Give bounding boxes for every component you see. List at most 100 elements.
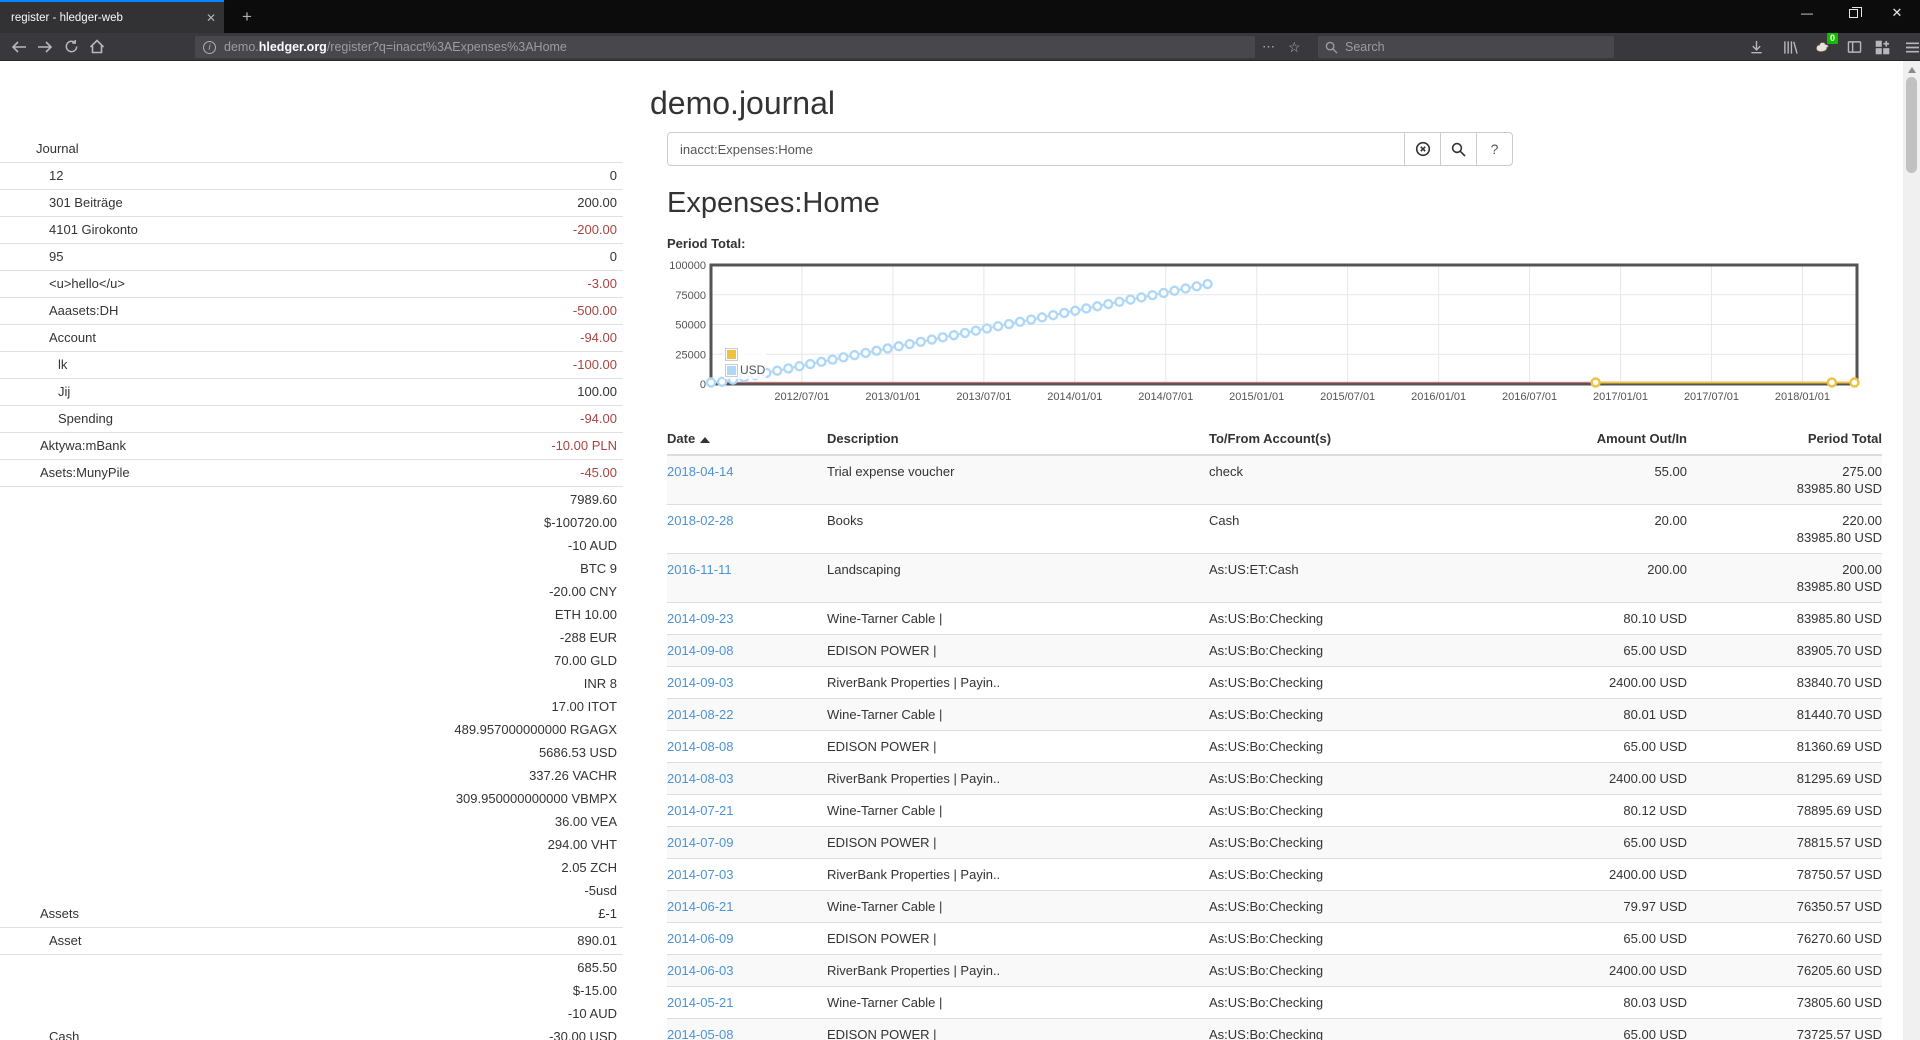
- transaction-account: As:US:Bo:Checking: [1209, 667, 1509, 699]
- query-input[interactable]: [667, 132, 1405, 166]
- menu-button[interactable]: [1898, 36, 1920, 58]
- transaction-amount: 79.97 USD: [1509, 891, 1687, 923]
- transaction-date-link[interactable]: 2018-02-28: [667, 513, 734, 528]
- account-link[interactable]: Assets: [0, 903, 79, 925]
- search-help-button[interactable]: ?: [1476, 132, 1513, 166]
- download-icon: [1749, 40, 1764, 55]
- period-total-chart: 02500050000750001000002012/07/012013/01/…: [667, 259, 1877, 411]
- page-actions-icon[interactable]: ⋯: [1262, 36, 1275, 58]
- scroll-up-arrow-icon[interactable]: [1908, 67, 1916, 73]
- clear-query-button[interactable]: [1404, 132, 1441, 166]
- transaction-description: Trial expense voucher: [827, 455, 1209, 505]
- register-row: 2014-07-03 RiverBank Properties | Payin..…: [667, 859, 1882, 891]
- account-link[interactable]: lk: [0, 354, 67, 376]
- transaction-account: As:US:Bo:Checking: [1209, 603, 1509, 635]
- register-row: 2014-06-03RiverBank Properties | Payin..…: [667, 955, 1882, 987]
- transaction-date-link[interactable]: 2014-09-08: [667, 643, 734, 658]
- page-scrollbar[interactable]: [1903, 61, 1920, 1040]
- transaction-date-link[interactable]: 2014-07-03: [667, 867, 734, 882]
- account-link[interactable]: Jij: [0, 381, 70, 403]
- account-link[interactable]: 4101 Girokonto: [0, 219, 138, 241]
- account-link[interactable]: Spending: [0, 408, 113, 430]
- register-row: 2014-07-21Wine-Tarner Cable |As:US:Bo:Ch…: [667, 795, 1882, 827]
- window-maximize-button[interactable]: [1836, 0, 1870, 26]
- transaction-amount: 2400.00 USD: [1509, 859, 1687, 891]
- account-link[interactable]: <u>hello</u>: [0, 273, 125, 295]
- back-button[interactable]: [6, 36, 32, 58]
- register-row: 2014-06-09EDISON POWER |As:US:Bo:Checkin…: [667, 923, 1882, 955]
- sidebar-account-list: Journal120301 Beiträge200.004101 Girokon…: [0, 137, 623, 1040]
- library-button[interactable]: [1776, 36, 1804, 58]
- sidebar-toggle-icon: [1847, 40, 1862, 54]
- addon-button[interactable]: 0: [1808, 36, 1836, 58]
- account-link[interactable]: Account: [0, 327, 96, 349]
- transaction-description: RiverBank Properties | Payin..: [827, 859, 1209, 891]
- period-total-cell: 78895.69 USD: [1687, 795, 1882, 827]
- window-close-button[interactable]: ✕: [1880, 0, 1914, 26]
- transaction-date-link[interactable]: 2014-06-09: [667, 931, 734, 946]
- downloads-button[interactable]: [1742, 36, 1770, 58]
- transaction-date-link[interactable]: 2014-09-03: [667, 675, 734, 690]
- tab-close-icon[interactable]: ✕: [206, 11, 216, 25]
- transaction-date-link[interactable]: 2014-08-03: [667, 771, 734, 786]
- register-row: 2014-08-22Wine-Tarner Cable |As:US:Bo:Ch…: [667, 699, 1882, 731]
- transaction-date-link[interactable]: 2014-08-08: [667, 739, 734, 754]
- site-info-icon[interactable]: i: [203, 41, 216, 54]
- account-heading: Expenses:Home: [667, 187, 1890, 220]
- sidebar-account-row: 120: [0, 163, 623, 190]
- url-bar[interactable]: i demo.hledger.org/register?q=inacct%3AE…: [195, 36, 1255, 58]
- transaction-amount: 80.12 USD: [1509, 795, 1687, 827]
- search-submit-button[interactable]: [1440, 132, 1477, 166]
- transaction-amount: 20.00: [1509, 505, 1687, 554]
- transaction-date-link[interactable]: 2014-09-23: [667, 611, 734, 626]
- account-link[interactable]: Asset: [0, 930, 82, 952]
- home-button[interactable]: [84, 36, 110, 58]
- account-link[interactable]: 301 Beiträge: [0, 192, 123, 214]
- account-link[interactable]: 12: [0, 165, 63, 187]
- window-minimize-button[interactable]: —: [1790, 0, 1824, 26]
- bookmark-star-icon[interactable]: ☆: [1288, 36, 1301, 58]
- transaction-date-link[interactable]: 2018-04-14: [667, 464, 734, 479]
- transaction-date-link[interactable]: 2014-05-08: [667, 1027, 734, 1040]
- transaction-date-link[interactable]: 2014-07-21: [667, 803, 734, 818]
- scrollbar-thumb[interactable]: [1906, 77, 1917, 173]
- account-link[interactable]: Journal: [0, 138, 79, 160]
- transaction-description: Landscaping: [827, 554, 1209, 603]
- transaction-date-link[interactable]: 2014-06-03: [667, 963, 734, 978]
- transaction-date-link[interactable]: 2014-06-21: [667, 899, 734, 914]
- transaction-date-link[interactable]: 2016-11-11: [667, 562, 732, 577]
- register-row: 2014-05-21Wine-Tarner Cable |As:US:Bo:Ch…: [667, 987, 1882, 1019]
- period-total-cell: 73725.57 USD: [1687, 1019, 1882, 1040]
- account-link[interactable]: Aktywa:mBank: [0, 435, 126, 457]
- register-row: 2018-02-28BooksCash20.00220.0083985.80 U…: [667, 505, 1882, 554]
- svg-text:2014/01/01: 2014/01/01: [1047, 391, 1102, 403]
- account-balance: 7989.60$-100720.00-10 AUDBTC 9-20.00 CNY…: [454, 488, 617, 925]
- transaction-amount: 80.10 USD: [1509, 603, 1687, 635]
- account-link[interactable]: Cash: [0, 1026, 79, 1040]
- transaction-date-link[interactable]: 2014-07-09: [667, 835, 734, 850]
- period-total-cell: 81360.69 USD: [1687, 731, 1882, 763]
- new-tab-button[interactable]: +: [232, 0, 262, 33]
- period-total-cell: 83985.80 USD: [1687, 603, 1882, 635]
- reload-button[interactable]: [58, 36, 84, 58]
- url-path: /register?q=inacct%3AExpenses%3AHome: [327, 40, 567, 54]
- browser-search-input[interactable]: [1345, 40, 1585, 54]
- svg-text:2017/07/01: 2017/07/01: [1684, 391, 1739, 403]
- account-link[interactable]: Asets:MunyPile: [0, 462, 130, 484]
- account-link[interactable]: Aaasets:DH: [0, 300, 118, 322]
- extensions-button[interactable]: [1868, 36, 1896, 58]
- transaction-amount: 2400.00 USD: [1509, 667, 1687, 699]
- transaction-description: Wine-Tarner Cable |: [827, 795, 1209, 827]
- column-header-date[interactable]: Date: [667, 425, 827, 455]
- sidebars-button[interactable]: [1840, 36, 1868, 58]
- browser-toolbar: i demo.hledger.org/register?q=inacct%3AE…: [0, 33, 1920, 61]
- browser-tab[interactable]: register - hledger-web ✕: [0, 0, 224, 33]
- account-balance: -200.00: [573, 218, 617, 241]
- forward-button[interactable]: [32, 36, 58, 58]
- transaction-date-link[interactable]: 2014-08-22: [667, 707, 734, 722]
- transaction-date-link[interactable]: 2014-05-21: [667, 995, 734, 1010]
- account-link[interactable]: 95: [0, 246, 63, 268]
- transaction-description: EDISON POWER |: [827, 635, 1209, 667]
- browser-search-bar[interactable]: [1318, 36, 1614, 58]
- transaction-account: As:US:ET:Cash: [1209, 554, 1509, 603]
